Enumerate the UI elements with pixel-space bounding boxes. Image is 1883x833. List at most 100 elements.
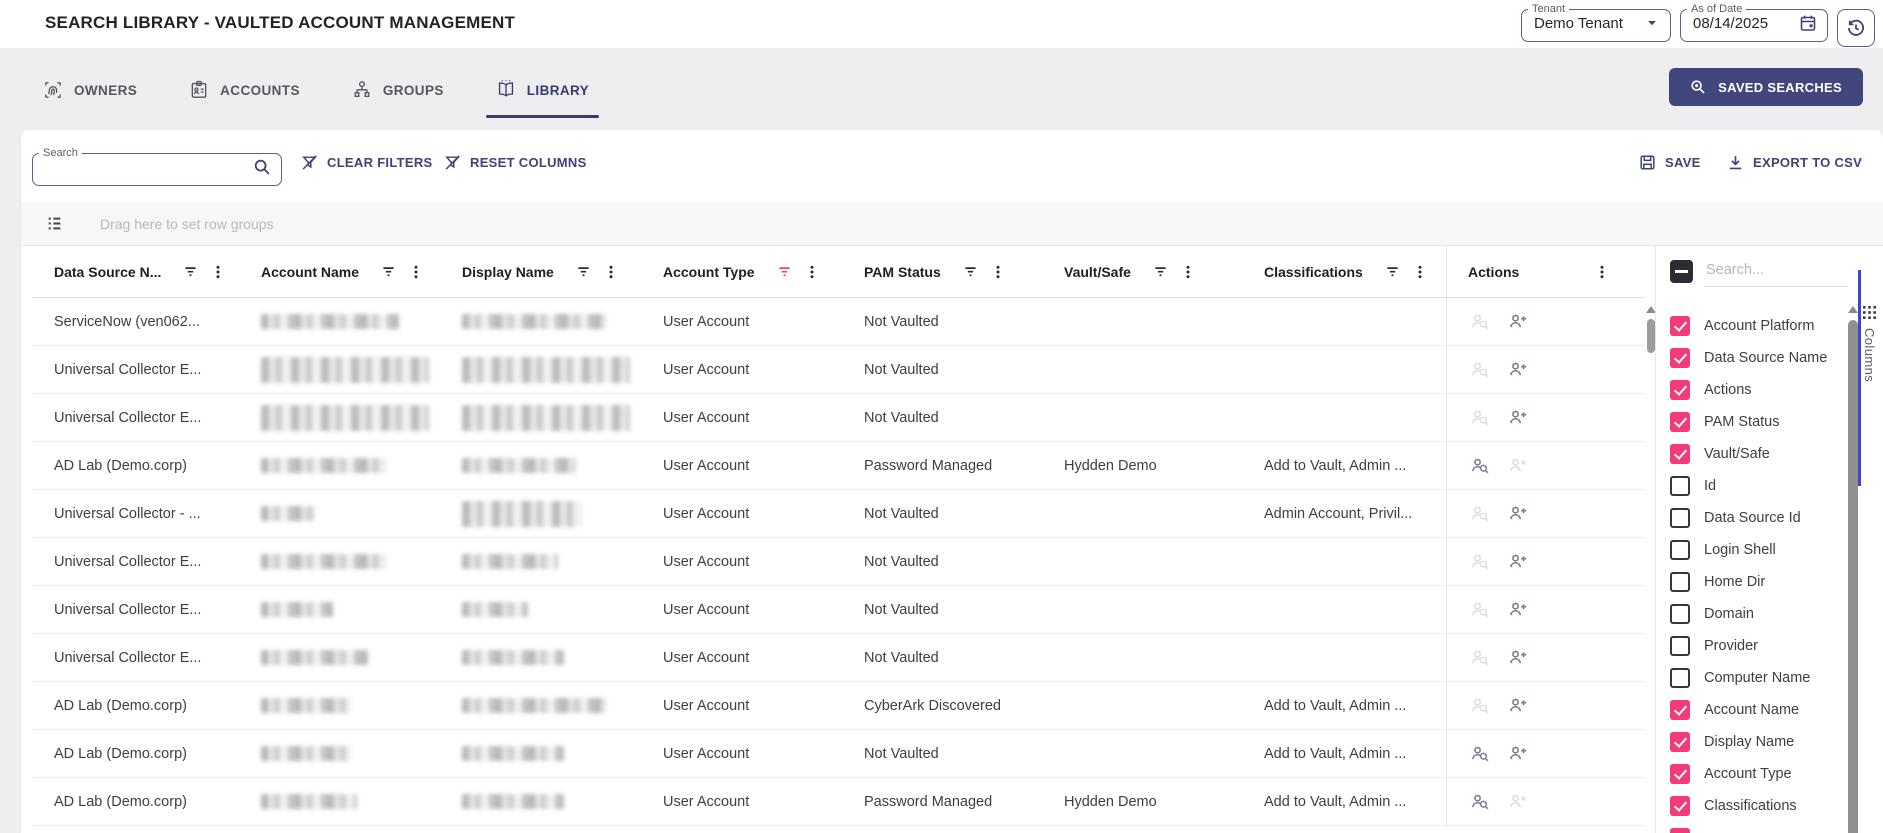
tab-groups[interactable]: GROUPS — [346, 70, 450, 118]
columns-tab[interactable]: Columns — [1862, 306, 1877, 382]
column-checkbox[interactable] — [1670, 476, 1690, 496]
column-checkbox[interactable] — [1670, 348, 1690, 368]
select-all-columns-checkbox[interactable] — [1670, 260, 1693, 283]
column-checkbox[interactable] — [1670, 732, 1690, 752]
person-add-icon[interactable] — [1509, 409, 1528, 427]
table-row[interactable]: AD Lab (Demo.corp) User Account Not Vaul… — [33, 730, 1645, 778]
column-checkbox[interactable] — [1670, 700, 1690, 720]
column-header[interactable]: Actions — [1446, 246, 1645, 297]
search-field[interactable]: Search — [32, 148, 282, 186]
person-search-icon[interactable] — [1471, 361, 1490, 379]
column-checkbox[interactable] — [1670, 668, 1690, 688]
person-add-icon[interactable] — [1509, 457, 1528, 475]
tenant-select[interactable]: Tenant Demo Tenant — [1521, 4, 1671, 42]
column-toggle-item[interactable]: Domain — [1670, 598, 1836, 630]
column-checkbox[interactable] — [1670, 572, 1690, 592]
person-search-icon[interactable] — [1471, 409, 1490, 427]
column-checkbox[interactable] — [1670, 764, 1690, 784]
column-header[interactable]: Account Name — [240, 246, 441, 297]
column-toggle-item[interactable]: Computer Name — [1670, 662, 1836, 694]
column-checkbox[interactable] — [1670, 540, 1690, 560]
table-row[interactable]: AD Lab (Demo.corp) User Account Password… — [33, 778, 1645, 826]
reset-columns-button[interactable]: RESET COLUMNS — [444, 154, 587, 171]
table-row[interactable]: Universal Collector E... User Account No… — [33, 538, 1645, 586]
column-menu-icon[interactable] — [1595, 264, 1609, 280]
panel-scroll-up-arrow[interactable] — [1848, 306, 1858, 313]
column-toggle-item[interactable]: Display Name — [1670, 726, 1836, 758]
search-input[interactable] — [45, 158, 253, 176]
table-row[interactable]: Universal Collector E... User Account No… — [33, 346, 1645, 394]
person-add-icon[interactable] — [1509, 649, 1528, 667]
column-toggle-item[interactable]: Login Shell — [1670, 534, 1836, 566]
clear-filters-button[interactable]: CLEAR FILTERS — [301, 154, 433, 171]
filter-icon[interactable] — [381, 264, 396, 279]
column-toggle-item[interactable]: Account Platform — [1670, 310, 1836, 342]
person-search-icon[interactable] — [1471, 505, 1490, 523]
column-header[interactable]: Classifications — [1243, 246, 1446, 297]
column-header[interactable]: PAM Status — [843, 246, 1043, 297]
person-search-icon[interactable] — [1471, 601, 1490, 619]
filter-icon[interactable] — [1385, 264, 1400, 279]
export-to-csv-button[interactable]: EXPORT TO CSV — [1727, 154, 1862, 171]
tab-owners[interactable]: OWNERS — [37, 70, 143, 118]
column-header[interactable]: Vault/Safe — [1043, 246, 1243, 297]
person-add-icon[interactable] — [1509, 745, 1528, 763]
table-row[interactable]: Universal Collector E... User Account No… — [33, 586, 1645, 634]
column-checkbox[interactable] — [1670, 828, 1690, 833]
person-add-icon[interactable] — [1509, 313, 1528, 331]
person-add-icon[interactable] — [1509, 505, 1528, 523]
column-checkbox[interactable] — [1670, 412, 1690, 432]
column-checkbox[interactable] — [1670, 636, 1690, 656]
column-checkbox[interactable] — [1670, 508, 1690, 528]
person-search-icon[interactable] — [1471, 745, 1490, 763]
column-toggle-item[interactable]: Actions — [1670, 374, 1836, 406]
search-icon[interactable] — [253, 158, 271, 176]
column-toggle-item[interactable]: Data Source Id — [1670, 502, 1836, 534]
person-search-icon[interactable] — [1471, 457, 1490, 475]
filter-icon[interactable] — [963, 264, 978, 279]
save-button[interactable]: SAVE — [1639, 154, 1701, 171]
person-search-icon[interactable] — [1471, 553, 1490, 571]
chevron-down-icon[interactable] — [1644, 15, 1660, 31]
column-checkbox[interactable] — [1670, 444, 1690, 464]
filter-icon[interactable] — [576, 264, 591, 279]
person-add-icon[interactable] — [1509, 361, 1528, 379]
person-search-icon[interactable] — [1471, 649, 1490, 667]
column-toggle-item[interactable]: Data Source Name — [1670, 342, 1836, 374]
column-menu-icon[interactable] — [805, 264, 819, 280]
person-search-icon[interactable] — [1471, 313, 1490, 331]
column-menu-icon[interactable] — [1413, 264, 1427, 280]
column-checkbox[interactable] — [1670, 316, 1690, 336]
column-toggle-item[interactable]: Vault/Safe — [1670, 438, 1836, 470]
history-button[interactable] — [1837, 9, 1875, 47]
table-row[interactable]: Universal Collector - ... User Account N… — [33, 490, 1645, 538]
table-row[interactable]: Universal Collector E... User Account No… — [33, 634, 1645, 682]
columns-search[interactable] — [1704, 258, 1848, 287]
column-header[interactable]: Account Type — [642, 246, 843, 297]
column-toggle-item[interactable] — [1670, 822, 1836, 833]
table-row[interactable]: AD Lab (Demo.corp) User Account CyberArk… — [33, 682, 1645, 730]
column-toggle-item[interactable]: Account Type — [1670, 758, 1836, 790]
column-toggle-item[interactable]: Classifications — [1670, 790, 1836, 822]
column-toggle-item[interactable]: Id — [1670, 470, 1836, 502]
person-add-icon[interactable] — [1509, 793, 1528, 811]
table-row[interactable]: ServiceNow (ven062... User Account Not V… — [33, 298, 1645, 346]
column-menu-icon[interactable] — [991, 264, 1005, 280]
panel-scrollbar-thumb[interactable] — [1848, 320, 1858, 833]
grid-scrollbar-thumb[interactable] — [1647, 319, 1655, 353]
as-of-date-field[interactable]: As of Date 08/14/2025 — [1680, 4, 1828, 42]
person-add-icon[interactable] — [1509, 697, 1528, 715]
column-toggle-item[interactable]: Provider — [1670, 630, 1836, 662]
column-checkbox[interactable] — [1670, 796, 1690, 816]
column-toggle-item[interactable]: PAM Status — [1670, 406, 1836, 438]
panel-scrollbar[interactable] — [1848, 298, 1858, 833]
table-row[interactable]: AD Lab (Demo.corp) User Account Password… — [33, 442, 1645, 490]
column-header[interactable]: Data Source N... — [33, 246, 240, 297]
table-row[interactable]: Universal Collector E... User Account No… — [33, 394, 1645, 442]
column-header[interactable]: Display Name — [441, 246, 642, 297]
saved-searches-button[interactable]: SAVED SEARCHES — [1669, 68, 1863, 106]
column-toggle-item[interactable]: Home Dir — [1670, 566, 1836, 598]
column-checkbox[interactable] — [1670, 604, 1690, 624]
person-search-icon[interactable] — [1471, 793, 1490, 811]
column-menu-icon[interactable] — [604, 264, 618, 280]
